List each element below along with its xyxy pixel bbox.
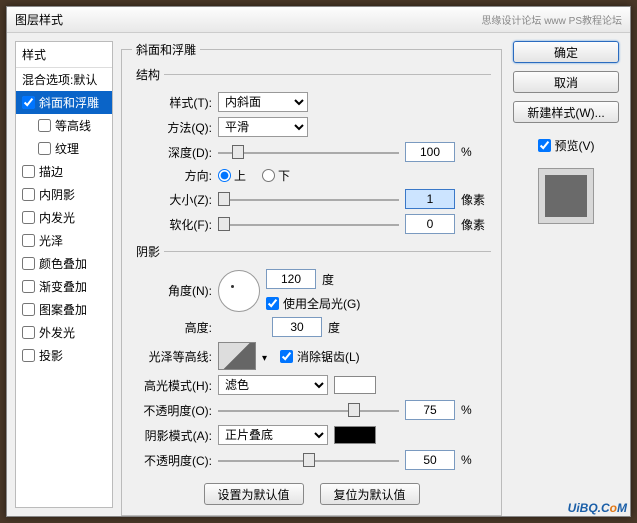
style-drop-shadow[interactable]: 投影 [16,344,112,367]
altitude-label: 高度: [132,319,212,336]
structure-legend: 结构 [132,66,164,83]
style-stroke[interactable]: 描边 [16,160,112,183]
direction-label: 方向: [132,167,212,184]
shading-fieldset: 阴影 角度(N): 度 使用全局光(G) 高度: [132,243,491,475]
altitude-input[interactable] [272,317,322,337]
outer-glow-checkbox[interactable] [22,326,35,339]
preview-check[interactable]: 预览(V) [538,137,595,154]
gradient-overlay-checkbox[interactable] [22,280,35,293]
styles-header: 样式 [16,42,112,68]
shadow-opacity-unit: % [461,453,491,467]
style-satin[interactable]: 光泽 [16,229,112,252]
shadow-opacity-input[interactable] [405,450,455,470]
angle-unit: 度 [322,271,352,288]
preview-swatch [538,168,594,224]
highlight-mode-select[interactable]: 滤色 [218,375,328,395]
bevel-checkbox[interactable] [22,96,35,109]
style-blend-options[interactable]: 混合选项:默认 [16,68,112,91]
size-slider[interactable] [218,190,399,208]
main-settings-panel: 斜面和浮雕 结构 样式(T): 内斜面 方法(Q): 平滑 深度(D): [121,41,502,508]
soften-unit: 像素 [461,216,491,233]
style-gradient-overlay[interactable]: 渐变叠加 [16,275,112,298]
style-bevel-emboss[interactable]: 斜面和浮雕 [16,91,112,114]
technique-select[interactable]: 平滑 [218,117,308,137]
color-overlay-checkbox[interactable] [22,257,35,270]
styles-list-panel: 样式 混合选项:默认 斜面和浮雕 等高线 纹理 描边 内阴影 内发光 光泽 颜色… [15,41,113,508]
highlight-opacity-label: 不透明度(O): [132,402,212,419]
window-title: 图层样式 [15,11,63,28]
style-contour[interactable]: 等高线 [16,114,112,137]
pattern-overlay-checkbox[interactable] [22,303,35,316]
stroke-checkbox[interactable] [22,165,35,178]
style-pattern-overlay[interactable]: 图案叠加 [16,298,112,321]
drop-shadow-checkbox[interactable] [22,349,35,362]
new-style-button[interactable]: 新建样式(W)... [513,101,619,123]
direction-up[interactable]: 上 [218,167,246,184]
highlight-mode-label: 高光模式(H): [132,377,212,394]
size-label: 大小(Z): [132,191,212,208]
gloss-contour-picker[interactable]: ▾ [218,342,256,370]
watermark-logo: UiBQ.CoM [568,496,627,517]
inner-glow-checkbox[interactable] [22,211,35,224]
highlight-opacity-input[interactable] [405,400,455,420]
shadow-opacity-label: 不透明度(C): [132,452,212,469]
shadow-mode-select[interactable]: 正片叠底 [218,425,328,445]
size-unit: 像素 [461,191,491,208]
style-texture[interactable]: 纹理 [16,137,112,160]
reset-default-button[interactable]: 复位为默认值 [320,483,420,505]
depth-unit: % [461,145,491,159]
structure-fieldset: 结构 样式(T): 内斜面 方法(Q): 平滑 深度(D): % [132,66,491,239]
satin-checkbox[interactable] [22,234,35,247]
altitude-unit: 度 [328,319,358,336]
contour-checkbox[interactable] [38,119,51,132]
highlight-color-swatch[interactable] [334,376,376,394]
depth-slider[interactable] [218,143,399,161]
soften-label: 软化(F): [132,216,212,233]
technique-label: 方法(Q): [132,119,212,136]
shadow-opacity-slider[interactable] [218,451,399,469]
right-button-panel: 确定 取消 新建样式(W)... 预览(V) [510,41,622,508]
bevel-fieldset: 斜面和浮雕 结构 样式(T): 内斜面 方法(Q): 平滑 深度(D): [121,41,502,516]
style-outer-glow[interactable]: 外发光 [16,321,112,344]
gloss-label: 光泽等高线: [132,348,212,365]
size-input[interactable] [405,189,455,209]
highlight-opacity-unit: % [461,403,491,417]
angle-dial[interactable] [218,270,260,312]
highlight-opacity-slider[interactable] [218,401,399,419]
shadow-color-swatch[interactable] [334,426,376,444]
watermark-text: 思缘设计论坛 www PS教程论坛 [481,12,622,27]
direction-down[interactable]: 下 [262,167,290,184]
caret-icon: ▾ [262,353,267,364]
style-inner-shadow[interactable]: 内阴影 [16,183,112,206]
bevel-legend: 斜面和浮雕 [132,41,200,58]
shading-legend: 阴影 [132,243,164,260]
angle-label: 角度(N): [132,282,212,299]
titlebar[interactable]: 图层样式 思缘设计论坛 www PS教程论坛 [7,7,630,33]
inner-shadow-checkbox[interactable] [22,188,35,201]
soften-input[interactable] [405,214,455,234]
make-default-button[interactable]: 设置为默认值 [204,483,304,505]
style-select[interactable]: 内斜面 [218,92,308,112]
soften-slider[interactable] [218,215,399,233]
depth-input[interactable] [405,142,455,162]
depth-label: 深度(D): [132,144,212,161]
cancel-button[interactable]: 取消 [513,71,619,93]
texture-checkbox[interactable] [38,142,51,155]
style-label: 样式(T): [132,94,212,111]
style-inner-glow[interactable]: 内发光 [16,206,112,229]
global-light-check[interactable]: 使用全局光(G) [266,295,360,312]
shadow-mode-label: 阴影模式(A): [132,427,212,444]
layer-style-dialog: 图层样式 思缘设计论坛 www PS教程论坛 样式 混合选项:默认 斜面和浮雕 … [6,6,631,517]
style-color-overlay[interactable]: 颜色叠加 [16,252,112,275]
antialias-check[interactable]: 消除锯齿(L) [280,348,360,365]
ok-button[interactable]: 确定 [513,41,619,63]
angle-input[interactable] [266,269,316,289]
